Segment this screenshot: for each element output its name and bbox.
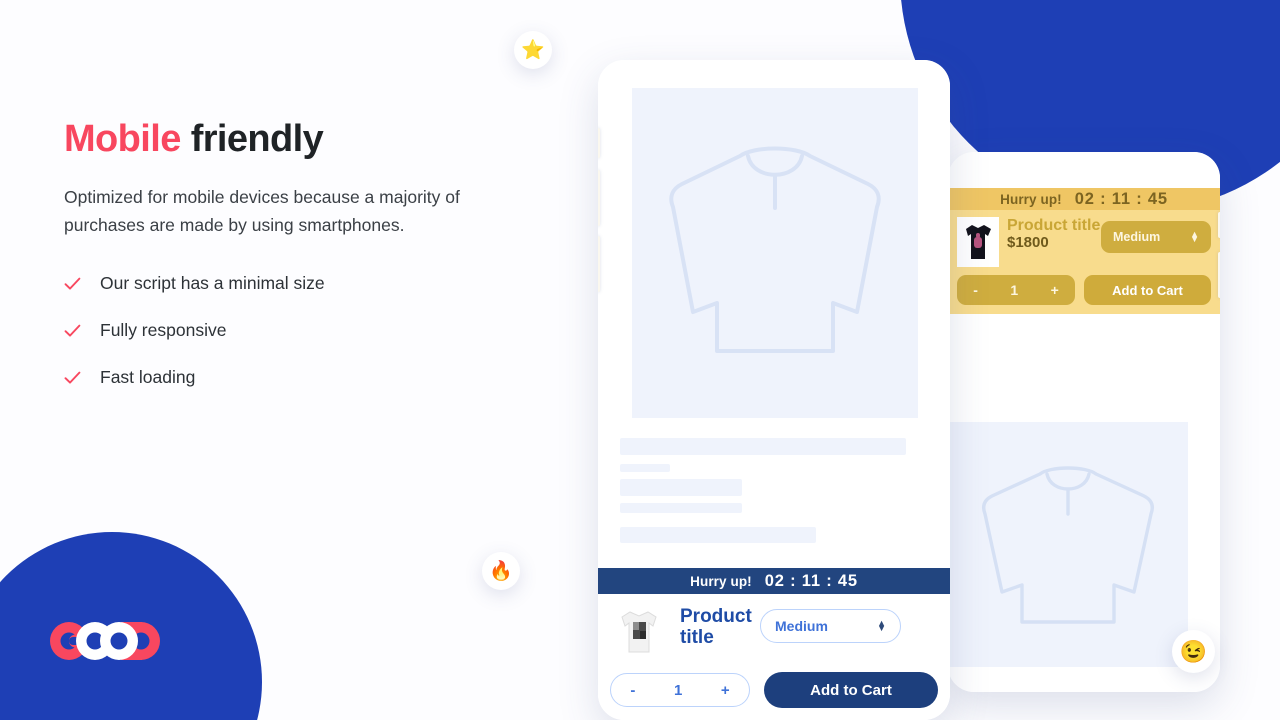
marketing-copy: Mobile friendly Optimized for mobile dev… — [64, 118, 504, 388]
feature-label: Fully responsive — [100, 320, 227, 341]
wink-badge: 😉 — [1172, 630, 1215, 673]
variant-select-value: Medium — [1113, 230, 1161, 244]
sticky-cart-bar-navy: Hurry up! 02 : 11 : 45 Product title Med… — [598, 568, 950, 720]
skeleton-line — [620, 479, 742, 496]
quantity-decrement-button[interactable]: - — [630, 682, 635, 699]
quantity-value: 1 — [673, 681, 683, 699]
gooo-logo — [46, 618, 166, 664]
product-title: Product title — [1007, 217, 1101, 234]
countdown-banner: Hurry up! 02 : 11 : 45 — [948, 188, 1220, 210]
fire-icon: 🔥 — [489, 560, 513, 582]
skeleton-line — [620, 503, 742, 513]
list-item: Fully responsive — [64, 320, 504, 341]
star-icon: ⭐ — [521, 39, 545, 61]
countdown-banner: Hurry up! 02 : 11 : 45 — [598, 568, 950, 594]
fire-badge: 🔥 — [482, 552, 520, 590]
variant-select-value: Medium — [775, 618, 828, 634]
phone-side-button[interactable] — [1218, 212, 1220, 238]
slide-canvas: Mobile friendly Optimized for mobile dev… — [0, 0, 1280, 720]
cart-action-row: - 1 + Add to Cart — [610, 672, 938, 708]
check-icon — [64, 277, 86, 291]
check-icon — [64, 324, 86, 338]
cart-product-row: Product title Medium ▲ ▼ — [610, 603, 938, 661]
add-to-cart-button[interactable]: Add to Cart — [1084, 275, 1211, 305]
shirt-outline-icon — [669, 146, 881, 353]
sticky-cart-bar-gold: Hurry up! 02 : 11 : 45 Product title $18… — [948, 188, 1220, 314]
phone-side-button[interactable] — [598, 128, 600, 158]
secondary-phone-screen: Hurry up! 02 : 11 : 45 Product title $18… — [948, 152, 1220, 692]
hurry-label: Hurry up! — [1000, 191, 1062, 207]
headline-rest-word: friendly — [180, 118, 324, 160]
cart-action-row: - 1 + Add to Cart — [957, 275, 1211, 305]
skeleton-line — [620, 527, 816, 543]
subcopy-text: Optimized for mobile devices because a m… — [64, 186, 460, 235]
feature-label: Our script has a minimal size — [100, 273, 325, 294]
phone-side-button[interactable] — [1218, 252, 1220, 298]
countdown-timer: 02 : 11 : 45 — [764, 571, 858, 590]
chevron-updown-icon: ▲ ▼ — [877, 617, 886, 633]
check-icon — [64, 371, 86, 385]
primary-phone-mockup: Hurry up! 02 : 11 : 45 Product title Med… — [598, 60, 950, 720]
product-price: $1800 — [1007, 234, 1049, 252]
product-image-placeholder — [948, 422, 1188, 667]
quantity-decrement-button[interactable]: - — [973, 282, 978, 298]
feature-label: Fast loading — [100, 367, 196, 388]
quantity-stepper[interactable]: - 1 + — [610, 673, 750, 707]
primary-phone-screen: Hurry up! 02 : 11 : 45 Product title Med… — [598, 60, 950, 720]
shirt-outline-icon — [982, 466, 1154, 624]
quantity-stepper[interactable]: - 1 + — [957, 275, 1075, 305]
headline-accent-word: Mobile — [64, 118, 181, 160]
chevron-updown-icon: ▲ ▼ — [1190, 228, 1199, 244]
cart-body: Product title Medium ▲ ▼ - 1 + Add to Ca… — [598, 594, 950, 720]
skeleton-line — [620, 438, 906, 455]
page-title: Mobile friendly — [64, 118, 504, 161]
product-image-placeholder — [632, 88, 918, 418]
wink-face-icon: 😉 — [1179, 638, 1208, 664]
cart-body: Product title $1800 Medium ▲ ▼ - 1 + Add… — [948, 210, 1220, 314]
skeleton-line — [620, 464, 670, 472]
variant-select[interactable]: Medium ▲ ▼ — [1101, 221, 1211, 253]
variant-select[interactable]: Medium ▲ ▼ — [760, 609, 901, 643]
cart-product-row: Product title $1800 Medium ▲ ▼ — [957, 217, 1211, 267]
list-item: Fast loading — [64, 367, 504, 388]
quantity-increment-button[interactable]: + — [1051, 282, 1059, 298]
star-badge: ⭐ — [514, 31, 552, 69]
product-title: Product title — [680, 606, 752, 648]
phone-side-button[interactable] — [598, 170, 600, 226]
countdown-timer: 02 : 11 : 45 — [1074, 189, 1168, 208]
add-to-cart-button[interactable]: Add to Cart — [764, 672, 938, 708]
hurry-label: Hurry up! — [690, 573, 752, 589]
product-thumbnail — [957, 217, 999, 267]
feature-list: Our script has a minimal size Fully resp… — [64, 273, 504, 388]
phone-side-button[interactable] — [598, 236, 600, 292]
secondary-phone-mockup: Hurry up! 02 : 11 : 45 Product title $18… — [948, 152, 1220, 692]
list-item: Our script has a minimal size — [64, 273, 504, 294]
quantity-increment-button[interactable]: + — [721, 682, 730, 699]
product-thumbnail — [610, 603, 668, 661]
quantity-value: 1 — [1010, 282, 1019, 298]
